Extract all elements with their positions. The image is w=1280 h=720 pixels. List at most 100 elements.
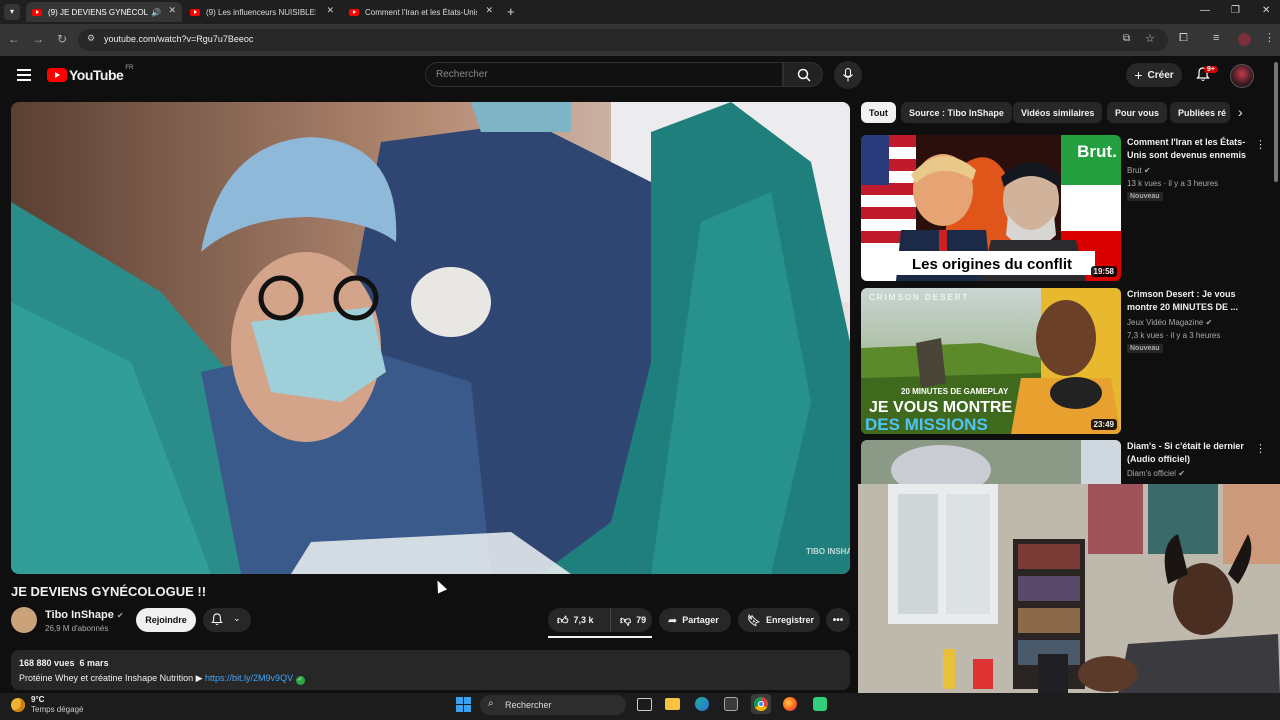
- search-button[interactable]: [783, 62, 823, 87]
- site-info-icon[interactable]: ⚙: [87, 33, 95, 44]
- share-button[interactable]: ➦ Partager: [659, 608, 731, 632]
- chip-for-you[interactable]: Pour vous: [1107, 102, 1168, 123]
- chip-all[interactable]: Tout: [861, 102, 896, 123]
- youtube-favicon-icon: [190, 8, 200, 16]
- video-thumbnail[interactable]: Brut. Les origines du conflit 19:58: [861, 135, 1121, 281]
- store-icon[interactable]: [724, 697, 738, 711]
- tab-search-button[interactable]: ▾: [4, 4, 20, 20]
- chrome-icon[interactable]: [751, 694, 771, 714]
- verified-icon: ✔: [1143, 166, 1151, 175]
- mouse-cursor-icon: [432, 578, 448, 594]
- recommendation-meta: 7,3 k vues · il y a 3 heures: [1127, 331, 1221, 340]
- more-vertical-icon[interactable]: ⋮: [1255, 138, 1266, 151]
- more-actions-button[interactable]: •••: [826, 608, 850, 632]
- subscription-bell-button[interactable]: ⌄: [203, 608, 251, 632]
- region-code: FR: [125, 65, 134, 71]
- page-scrollbar[interactable]: [1274, 62, 1278, 182]
- channel-name[interactable]: Tibo InShape ✔: [45, 609, 124, 621]
- thumbs-down-icon: 👎︎: [620, 614, 632, 627]
- voice-search-button[interactable]: [834, 61, 862, 89]
- bookmark-star-icon[interactable]: ☆: [1145, 32, 1155, 45]
- close-tab-icon[interactable]: ✕: [485, 5, 493, 16]
- tab-title: (9) Les influenceurs NUISIBLES - YouTube: [206, 7, 316, 17]
- chip-similar[interactable]: Vidéos similaires: [1013, 102, 1103, 123]
- url-text[interactable]: youtube.com/watch?v=Rgu7u7Beeoc: [104, 34, 253, 44]
- browser-tab[interactable]: (9) Les influenceurs NUISIBLES - YouTube…: [184, 2, 340, 22]
- recommendation-channel[interactable]: Jeux Vidéo Magazine ✔: [1127, 318, 1212, 327]
- firefox-icon[interactable]: [783, 697, 797, 711]
- close-tab-icon[interactable]: ✕: [326, 5, 334, 16]
- close-window-icon[interactable]: ✕: [1262, 5, 1270, 16]
- video-watermark: TIBO INSHAPE: [806, 547, 850, 556]
- weather-widget[interactable]: 9°C Temps dégagé: [11, 695, 83, 715]
- like-button[interactable]: 👍︎ 7,3 k: [548, 608, 610, 632]
- video-frame-image: TIBO INSHAPE: [11, 102, 850, 574]
- minimize-icon[interactable]: —: [1200, 5, 1210, 16]
- join-button[interactable]: Rejoindre: [136, 608, 196, 632]
- verified-icon: ✔: [1178, 469, 1185, 478]
- chevron-right-icon[interactable]: ›: [1238, 104, 1243, 120]
- extensions-icon[interactable]: ⧠: [1179, 32, 1188, 45]
- back-icon[interactable]: ←: [6, 32, 22, 46]
- create-button[interactable]: + Créer: [1126, 63, 1182, 87]
- taskbar-search-label: Rechercher: [505, 700, 552, 710]
- recommendation-channel[interactable]: Diam's officiel ✔: [1127, 469, 1185, 478]
- logo-text: YouTube: [69, 67, 124, 83]
- save-button[interactable]: 🔖︎ Enregistrer: [738, 608, 820, 632]
- file-explorer-icon[interactable]: [665, 698, 680, 710]
- video-player[interactable]: TIBO INSHAPE: [11, 102, 850, 574]
- edge-icon[interactable]: [695, 697, 709, 711]
- description-link[interactable]: https://bit.ly/2M9v9QV: [205, 673, 293, 683]
- bookmark-icon: 🔖︎: [747, 614, 761, 627]
- search-icon: ⌕: [488, 698, 494, 709]
- webcam-overlay: [858, 484, 1280, 694]
- recommendation-title[interactable]: Comment l'Iran et les États-Unis sont de…: [1127, 136, 1252, 162]
- media-control-icon[interactable]: ≡: [1213, 32, 1219, 44]
- maximize-icon[interactable]: ❐: [1231, 5, 1240, 16]
- recommendation-channel[interactable]: Brut ✔: [1127, 166, 1151, 175]
- recommendation-meta: 13 k vues · il y a 3 heures: [1127, 179, 1219, 188]
- save-label: Enregistrer: [765, 615, 814, 625]
- tab-title: Comment l'Iran et les États-Unis sont de…: [365, 7, 477, 17]
- video-thumbnail[interactable]: [861, 440, 1121, 484]
- chip-source[interactable]: Source : Tibo InShape: [901, 102, 1012, 123]
- recommendation-title[interactable]: Diam's - Si c'était le dernier (Audio of…: [1127, 440, 1252, 466]
- chip-recent[interactable]: Publiées ré: [1170, 102, 1230, 123]
- app-icon[interactable]: [813, 697, 827, 711]
- browser-menu-icon[interactable]: ⋮: [1264, 31, 1275, 44]
- thumbnail-image: [861, 440, 1121, 484]
- browser-tab[interactable]: Comment l'Iran et les États-Unis sont de…: [343, 2, 499, 22]
- microphone-icon: [843, 68, 853, 82]
- taskbar-search[interactable]: ⌕ Rechercher: [480, 695, 626, 715]
- tab-title: (9) JE DEVIENS GYNÉCOLOGUE !! - YouTube: [48, 7, 148, 17]
- forward-icon[interactable]: →: [30, 32, 46, 46]
- reload-icon[interactable]: ↻: [54, 32, 70, 46]
- windows-start-icon[interactable]: [456, 697, 471, 712]
- browser-tab-active[interactable]: (9) JE DEVIENS GYNÉCOLOGUE !! - YouTube …: [26, 2, 182, 22]
- webcam-image: [858, 484, 1280, 694]
- like-bar-divider: [548, 636, 652, 638]
- video-thumbnail[interactable]: CRIMSON DESERT 20 MINUTES DE GAMEPLAY JE…: [861, 288, 1121, 434]
- new-tab-icon[interactable]: +: [507, 4, 515, 19]
- dislike-count: 79: [636, 615, 647, 625]
- like-count: 7,3 k: [573, 615, 594, 625]
- dislike-button[interactable]: 👎︎ 79: [610, 608, 652, 632]
- install-app-icon[interactable]: ⧉: [1123, 33, 1130, 44]
- description-line: Protéine Whey et créatine Inshape Nutrit…: [19, 673, 305, 685]
- task-view-icon[interactable]: [637, 698, 652, 711]
- new-badge: Nouveau: [1127, 344, 1163, 353]
- youtube-logo-icon: [47, 68, 67, 82]
- recommendation-title[interactable]: Crimson Desert : Je vous montre 20 MINUT…: [1127, 288, 1252, 314]
- account-avatar[interactable]: [1230, 64, 1254, 88]
- subscriber-count: 26,9 M d'abonnés: [45, 624, 109, 633]
- channel-avatar[interactable]: [11, 607, 37, 633]
- more-vertical-icon[interactable]: ⋮: [1255, 442, 1266, 455]
- hamburger-menu-icon[interactable]: [17, 69, 31, 81]
- profile-avatar-icon[interactable]: [1238, 33, 1251, 46]
- search-placeholder: Rechercher: [436, 69, 488, 80]
- audio-icon[interactable]: 🔊: [151, 8, 161, 17]
- youtube-logo[interactable]: YouTube FR: [47, 65, 134, 83]
- close-tab-icon[interactable]: ✕: [168, 5, 176, 16]
- plus-icon: +: [1134, 67, 1143, 83]
- video-title: JE DEVIENS GYNÉCOLOGUE !!: [11, 584, 207, 599]
